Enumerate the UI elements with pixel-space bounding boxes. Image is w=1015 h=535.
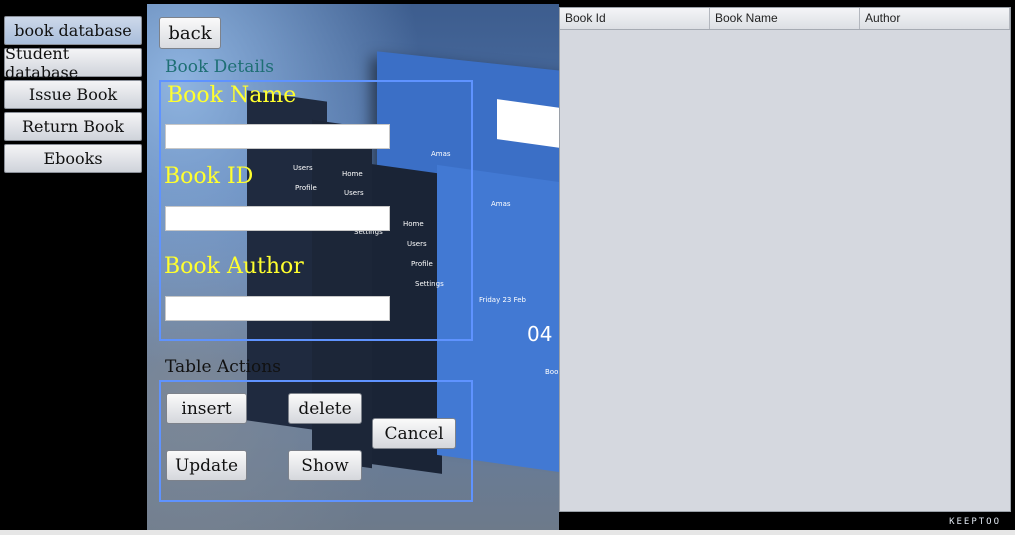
brand-logo: KEEPTOO: [949, 517, 1001, 527]
book-id-label: Book ID: [164, 164, 254, 189]
book-id-input[interactable]: [165, 206, 390, 231]
column-header-book-id[interactable]: Book Id: [560, 8, 710, 29]
bg-text: Amas: [491, 200, 511, 208]
book-name-input[interactable]: [165, 124, 390, 149]
nav-ebooks-button[interactable]: Ebooks: [4, 144, 142, 173]
sidebar: book database Student database Issue Boo…: [0, 0, 147, 535]
book-author-label: Book Author: [164, 254, 304, 279]
bg-text: 04: [527, 322, 553, 346]
cancel-button[interactable]: Cancel: [372, 418, 456, 449]
nav-student-database-button[interactable]: Student database: [4, 44, 142, 82]
back-button[interactable]: back: [159, 17, 221, 49]
book-author-input[interactable]: [165, 296, 390, 321]
column-header-book-name[interactable]: Book Name: [710, 8, 860, 29]
app-window: book database Student database Issue Boo…: [0, 0, 1015, 535]
bottom-border: [0, 530, 1015, 535]
nav-book-database-button[interactable]: book database: [4, 16, 142, 45]
table-header: Book Id Book Name Author: [560, 8, 1010, 30]
insert-button[interactable]: insert: [166, 393, 247, 424]
bg-text: Friday 23 Feb: [479, 296, 526, 304]
book-name-label: Book Name: [167, 83, 297, 108]
table-actions-title: Table Actions: [165, 357, 281, 377]
bg-text: Book: [545, 368, 559, 376]
delete-button[interactable]: delete: [288, 393, 362, 424]
update-button[interactable]: Update: [166, 450, 247, 481]
book-table[interactable]: Book Id Book Name Author: [559, 7, 1011, 512]
nav-return-book-button[interactable]: Return Book: [4, 112, 142, 141]
book-details-title: Book Details: [165, 57, 274, 77]
column-header-author[interactable]: Author: [860, 8, 1010, 29]
nav-issue-book-button[interactable]: Issue Book: [4, 80, 142, 109]
show-button[interactable]: Show: [288, 450, 362, 481]
